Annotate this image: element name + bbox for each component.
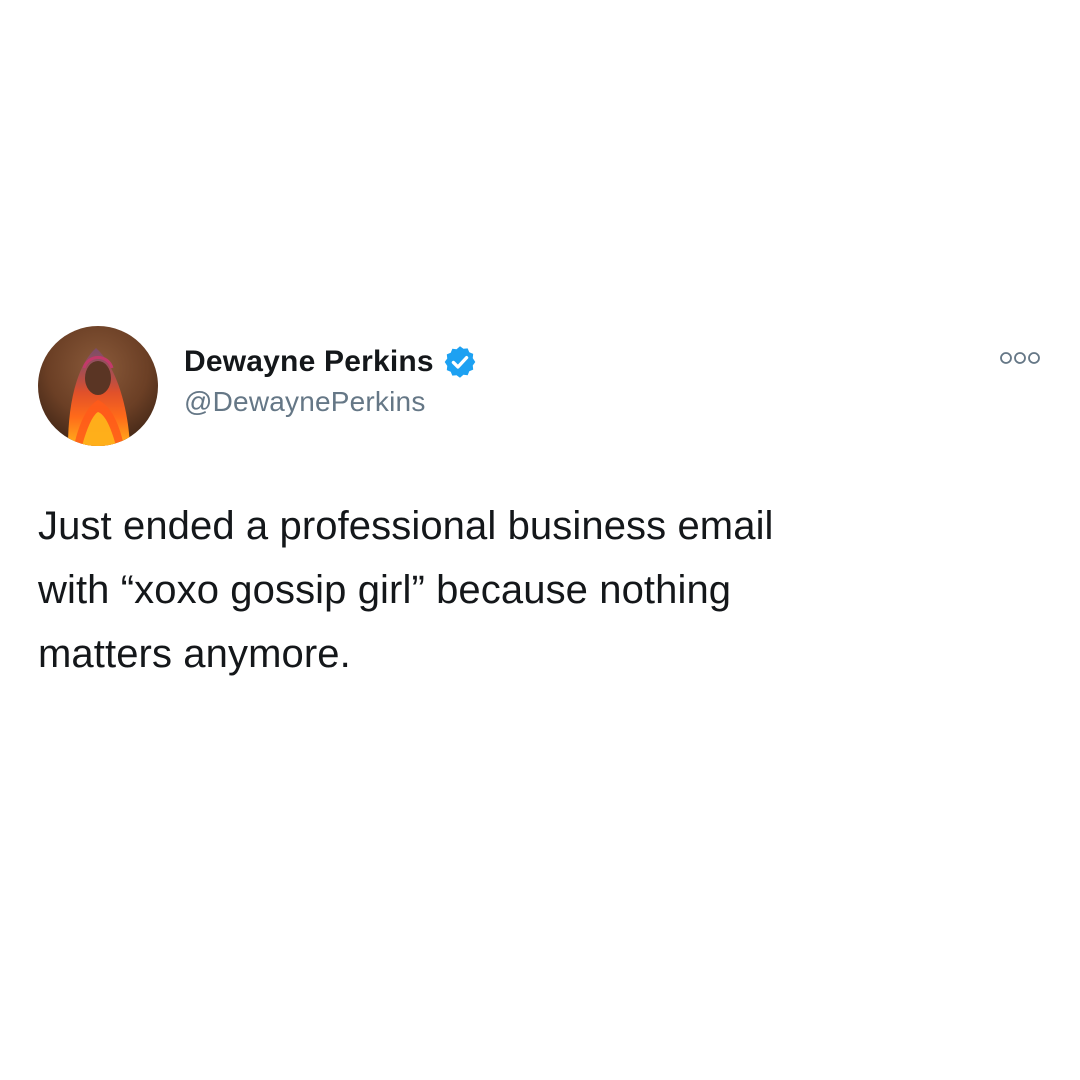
author-block: Dewayne Perkins @DewaynePerkins: [184, 340, 478, 418]
more-options-icon[interactable]: [998, 350, 1042, 366]
avatar[interactable]: [38, 326, 158, 446]
display-name[interactable]: Dewayne Perkins: [184, 345, 434, 379]
handle[interactable]: @DewaynePerkins: [184, 386, 478, 418]
tweet-text: Just ended a professional business email…: [38, 504, 774, 676]
display-name-row: Dewayne Perkins: [184, 340, 478, 384]
profile-photo-icon: [38, 326, 158, 446]
verified-badge-icon: [442, 344, 478, 380]
